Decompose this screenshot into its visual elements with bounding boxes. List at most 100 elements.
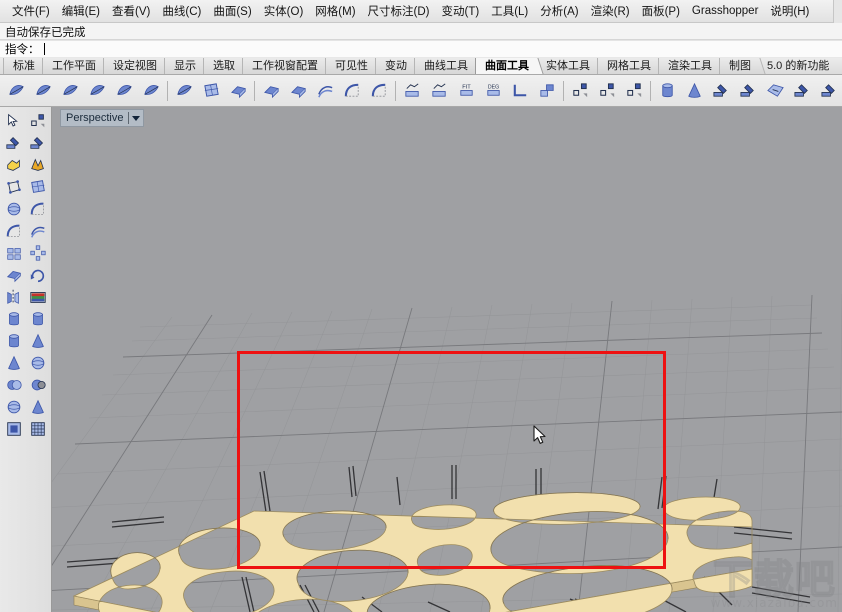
toolbar-tab-6[interactable]: 可见性 xyxy=(325,58,375,74)
match-surface-icon[interactable] xyxy=(507,78,533,104)
paraboloid-icon[interactable] xyxy=(26,396,50,418)
texture-map-icon[interactable] xyxy=(2,418,26,440)
split-icon[interactable] xyxy=(26,132,50,154)
rebuild-surface-icon[interactable] xyxy=(399,78,425,104)
menu-file[interactable]: 文件(F) xyxy=(6,1,56,21)
menu-transform[interactable]: 变动(T) xyxy=(436,1,486,21)
curve-blend-icon[interactable] xyxy=(2,220,26,242)
surface-sweep1-icon[interactable] xyxy=(57,78,83,104)
polar-array-icon[interactable] xyxy=(26,242,50,264)
fillet-corners-icon[interactable] xyxy=(26,198,50,220)
select-objects-icon[interactable] xyxy=(26,110,50,132)
menu-render[interactable]: 渲染(R) xyxy=(585,1,636,21)
cone-icon[interactable] xyxy=(26,330,50,352)
edit-points-icon[interactable] xyxy=(621,78,647,104)
toolbar-tab-1[interactable]: 工作平面 xyxy=(42,58,103,74)
merge-surface-icon[interactable] xyxy=(534,78,560,104)
degree-surface-icon[interactable]: DEG xyxy=(480,78,506,104)
toolbar-tab-11[interactable]: 网格工具 xyxy=(597,58,658,74)
select-arrow-icon[interactable] xyxy=(2,110,26,132)
menu-panels[interactable]: 面板(P) xyxy=(636,1,686,21)
ellipsoid-icon[interactable] xyxy=(26,352,50,374)
toolbar-tab-strip: 标准 工作平面 设定视图 显示 选取 工作视窗配置 可见性 变动 曲线工具 曲面工具 实体工具 网格工… xyxy=(0,58,842,75)
shrink-surface-icon[interactable] xyxy=(762,78,788,104)
toolbar-tab-12[interactable]: 渲染工具 xyxy=(658,58,719,74)
rotate-3d-icon[interactable] xyxy=(26,264,50,286)
toolbar-tab-13[interactable]: 制图 xyxy=(719,58,758,74)
command-prompt-row[interactable]: 指令： xyxy=(0,40,842,57)
toolbar-tab-9[interactable]: 曲面工具 xyxy=(475,58,536,74)
surface-offset-icon[interactable] xyxy=(312,78,338,104)
surface-drape-icon[interactable] xyxy=(225,78,251,104)
cone-surface-icon[interactable] xyxy=(681,78,707,104)
surface-tools-toolbar: FIT DEG xyxy=(0,75,842,107)
sphere-cut-icon[interactable] xyxy=(2,396,26,418)
control-points-icon[interactable] xyxy=(594,78,620,104)
viewport-title-tab[interactable]: Perspective xyxy=(60,109,145,127)
surface-extrude-straight-icon[interactable] xyxy=(258,78,284,104)
tube-icon[interactable] xyxy=(26,308,50,330)
pipe-icon[interactable] xyxy=(2,330,26,352)
render-preview-icon[interactable] xyxy=(26,286,50,308)
surface-blend-icon[interactable] xyxy=(339,78,365,104)
cage-edit-icon[interactable] xyxy=(2,176,26,198)
surface-rail-revolve-icon[interactable] xyxy=(138,78,164,104)
surface-patch-icon[interactable] xyxy=(26,176,50,198)
toolbar-tab-2[interactable]: 设定视图 xyxy=(103,58,164,74)
truncated-cone-icon[interactable] xyxy=(2,352,26,374)
mirror-icon[interactable] xyxy=(2,286,26,308)
toolbar-tab-14[interactable]: 5.0 的新功能 xyxy=(758,58,836,74)
svg-text:FIT: FIT xyxy=(462,85,471,91)
menu-curve[interactable]: 曲线(C) xyxy=(156,1,207,21)
toolbar-tab-0[interactable]: 标准 xyxy=(3,58,42,74)
surface-sweep2-icon[interactable] xyxy=(84,78,110,104)
menu-surface[interactable]: 曲面(S) xyxy=(207,1,257,21)
join-icon[interactable] xyxy=(26,154,50,176)
surface-fillet-icon[interactable] xyxy=(366,78,392,104)
surface-from-curves-icon[interactable] xyxy=(30,78,56,104)
toolbar-tab-label: 工作平面 xyxy=(52,60,96,72)
menu-tools[interactable]: 工具(L) xyxy=(485,1,534,21)
cylinder-icon[interactable] xyxy=(2,308,26,330)
menu-view[interactable]: 查看(V) xyxy=(106,1,156,21)
split-edge-icon[interactable] xyxy=(789,78,815,104)
fit-surface-icon[interactable]: FIT xyxy=(453,78,479,104)
menu-dimension[interactable]: 尺寸标注(D) xyxy=(362,1,436,21)
offset-curve-icon[interactable] xyxy=(26,220,50,242)
toolbar-tab-8[interactable]: 曲线工具 xyxy=(414,58,475,74)
toolbar-tab-3[interactable]: 显示 xyxy=(164,58,203,74)
toolbar-tab-10[interactable]: 实体工具 xyxy=(536,58,597,74)
surface-network-icon[interactable] xyxy=(171,78,197,104)
split-surface-icon[interactable] xyxy=(735,78,761,104)
toolbar-tab-5[interactable]: 工作视窗配置 xyxy=(242,58,325,74)
voronoi-panel-model[interactable] xyxy=(52,107,842,612)
extrude-surface-icon[interactable] xyxy=(2,264,26,286)
menu-help[interactable]: 说明(H) xyxy=(764,1,815,21)
boolean-difference-icon[interactable] xyxy=(26,374,50,396)
perspective-viewport[interactable]: Perspective 下载吧 www.xiazaiba.com xyxy=(52,107,842,612)
toolbar-tab-7[interactable]: 变动 xyxy=(375,58,414,74)
untrim-icon[interactable] xyxy=(708,78,734,104)
command-input[interactable] xyxy=(45,42,842,57)
menu-grasshopper[interactable]: Grasshopper xyxy=(686,3,764,19)
surface-loft-icon[interactable] xyxy=(3,78,29,104)
surface-patch-icon[interactable] xyxy=(198,78,224,104)
chevron-down-icon[interactable] xyxy=(132,115,141,121)
menu-edit[interactable]: 编辑(E) xyxy=(56,1,106,21)
toolbar-tab-4[interactable]: 选取 xyxy=(203,58,242,74)
surface-revolve-icon[interactable] xyxy=(111,78,137,104)
cylinder-surface-icon[interactable] xyxy=(654,78,680,104)
trim-icon[interactable] xyxy=(2,132,26,154)
menu-analyze[interactable]: 分析(A) xyxy=(534,1,584,21)
surface-extrude-tapered-icon[interactable] xyxy=(285,78,311,104)
rectangular-array-icon[interactable] xyxy=(2,242,26,264)
menu-solid[interactable]: 实体(O) xyxy=(258,1,310,21)
menu-mesh[interactable]: 网格(M) xyxy=(309,1,361,21)
sphere-icon[interactable] xyxy=(2,198,26,220)
mesh-grid-icon[interactable] xyxy=(26,418,50,440)
explode-icon[interactable] xyxy=(2,154,26,176)
change-degree-icon[interactable] xyxy=(426,78,452,104)
boolean-union-icon[interactable] xyxy=(2,374,26,396)
surface-points-on-icon[interactable] xyxy=(567,78,593,104)
remove-trim-icon[interactable] xyxy=(816,78,842,104)
